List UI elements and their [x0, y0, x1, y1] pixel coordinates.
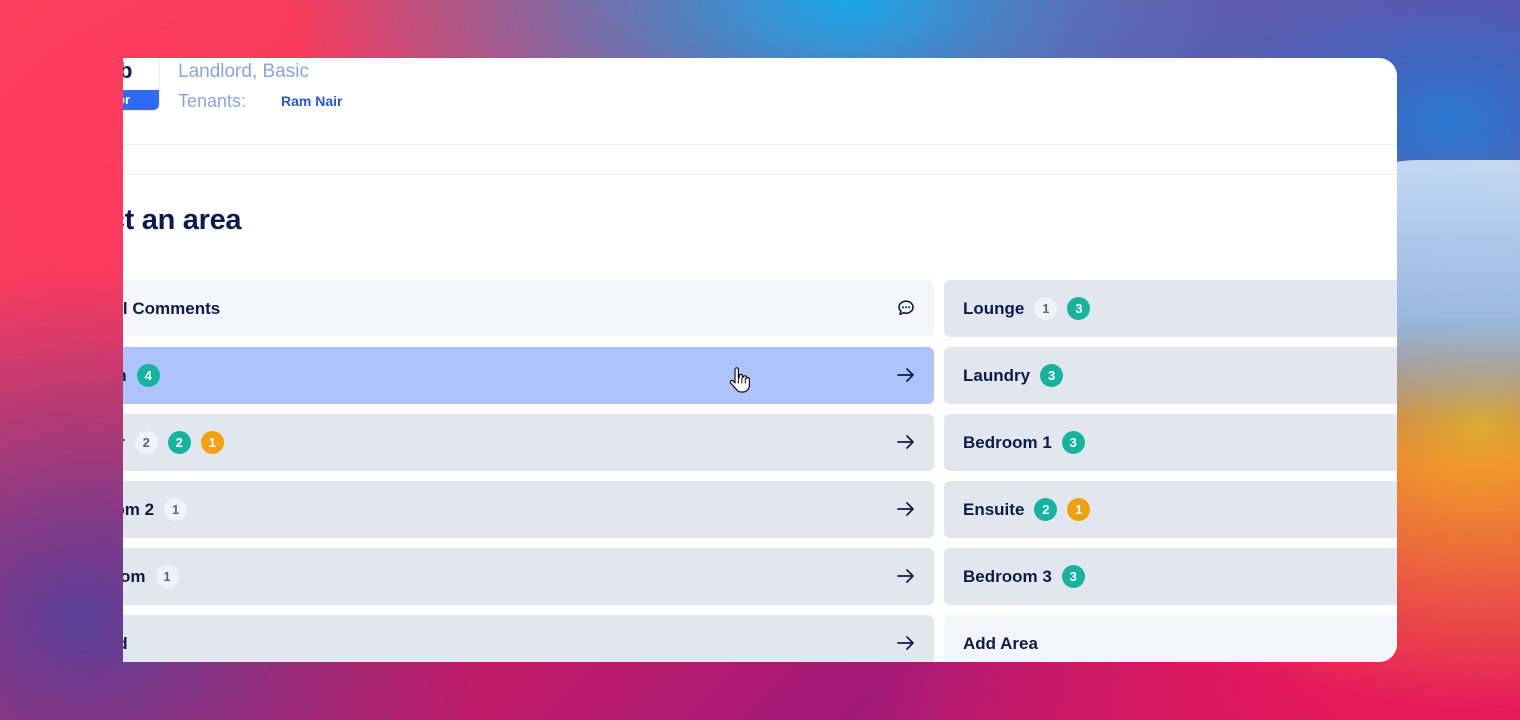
- area-label: gged: [123, 634, 128, 654]
- arrow-right-icon: [896, 365, 916, 385]
- area-label: chen: [123, 366, 127, 386]
- divider: [123, 144, 1397, 145]
- hand-pointer-icon: [729, 367, 750, 393]
- count-badge: 3: [1040, 364, 1064, 387]
- area-label: throom: [123, 566, 146, 586]
- area-label: Add Area: [963, 633, 1038, 653]
- count-badge: 2: [167, 431, 191, 454]
- area-bathroom[interactable]: throom 1: [123, 548, 934, 605]
- area-label: erior: [123, 433, 125, 453]
- area-bedroom-1[interactable]: Bedroom 1 3: [944, 414, 1397, 471]
- count-badge: 2: [134, 431, 158, 454]
- count-badge: 1: [155, 565, 179, 588]
- area-bedroom-2[interactable]: droom 2 1: [123, 481, 934, 538]
- count-badge: 3: [1061, 431, 1085, 454]
- count-badge: 1: [164, 498, 188, 521]
- area-label: Lounge: [963, 298, 1025, 318]
- area-label: droom 2: [123, 499, 155, 519]
- area-general-comments[interactable]: neral Comments: [123, 280, 934, 337]
- area-laundry[interactable]: Laundry 3: [944, 347, 1397, 404]
- add-area-button[interactable]: Add Area: [944, 615, 1397, 662]
- divider: [123, 174, 1397, 175]
- area-bedroom-3[interactable]: Bedroom 3 3: [944, 548, 1397, 605]
- area-flagged[interactable]: gged: [123, 615, 934, 662]
- count-badge: 1: [1067, 498, 1091, 521]
- arrow-right-icon: [896, 432, 916, 452]
- count-badge: 1: [200, 431, 224, 454]
- logo-glyph: b: [123, 58, 133, 83]
- count-badge: 1: [1034, 297, 1058, 320]
- area-label: neral Comments: [123, 298, 221, 318]
- area-kitchen[interactable]: chen 4: [123, 347, 934, 404]
- inspection-card: b or Landlord, Basic Tenants: Ram Nair e…: [123, 58, 1397, 662]
- count-badge: 3: [1067, 297, 1091, 320]
- area-label: Bedroom 3: [963, 566, 1052, 586]
- arrow-right-icon: [896, 566, 916, 586]
- property-header: b or Landlord, Basic Tenants: Ram Nair: [123, 58, 1397, 144]
- arrow-right-icon: [896, 499, 916, 519]
- area-label: Ensuite: [963, 499, 1025, 519]
- owner-label: Landlord, Basic: [178, 61, 309, 82]
- count-badge: 3: [1061, 565, 1085, 588]
- property-logo: b or: [123, 58, 159, 110]
- count-badge: 4: [136, 364, 160, 387]
- count-badge: 2: [1034, 498, 1058, 521]
- role-badge: or: [123, 90, 159, 110]
- arrow-right-icon: [896, 633, 916, 653]
- tenant-link[interactable]: Ram Nair: [281, 93, 342, 109]
- area-lounge[interactable]: Lounge 1 3: [944, 280, 1397, 337]
- tenants-label: Tenants:: [178, 91, 247, 111]
- page-title: ect an area: [123, 204, 242, 236]
- area-ensuite[interactable]: Ensuite 2 1: [944, 481, 1397, 538]
- area-exterior[interactable]: erior 2 2 1: [123, 414, 934, 471]
- area-label: Laundry: [963, 365, 1031, 385]
- comment-icon: [896, 298, 916, 318]
- area-label: Bedroom 1: [963, 432, 1052, 452]
